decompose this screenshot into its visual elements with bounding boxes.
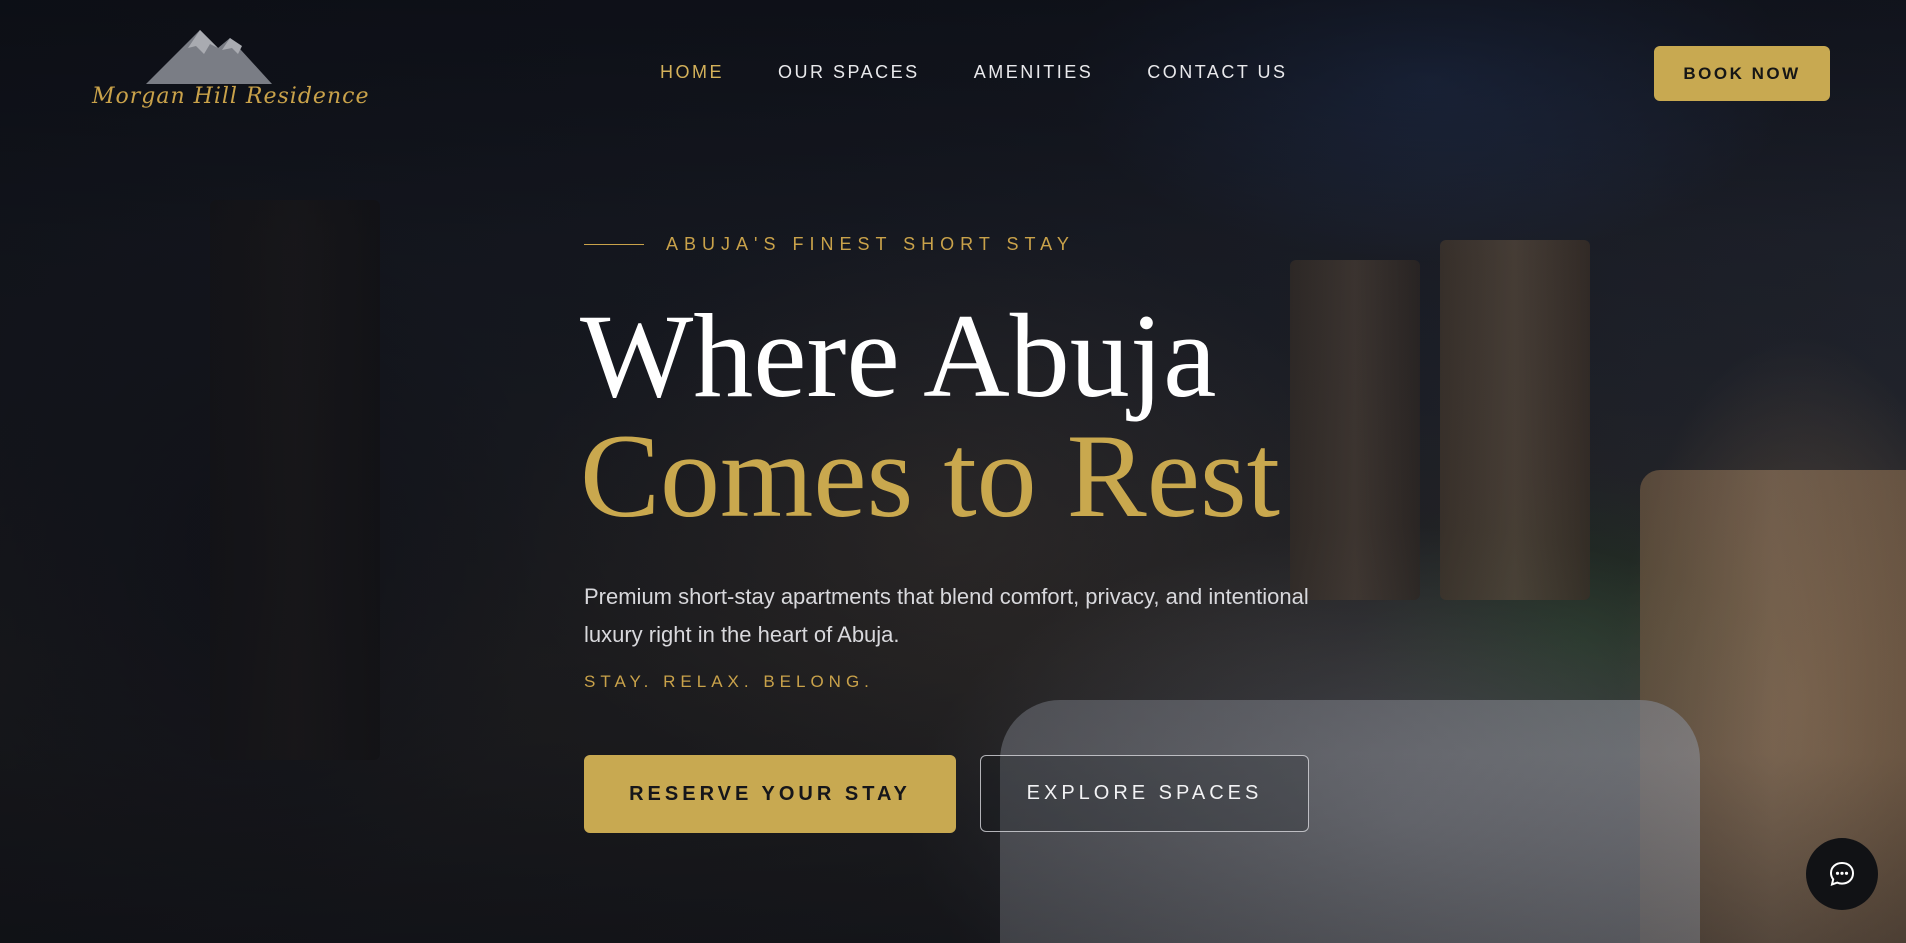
hero-description: Premium short-stay apartments that blend… — [584, 584, 1309, 647]
eyebrow-text: ABUJA'S FINEST SHORT STAY — [666, 234, 1075, 254]
chat-widget-button[interactable] — [1806, 838, 1878, 910]
chat-bubble-icon — [1829, 861, 1855, 887]
nav-item-contact-us[interactable]: CONTACT US — [1147, 62, 1287, 83]
nav-item-our-spaces[interactable]: OUR SPACES — [778, 62, 920, 83]
nav-item-home[interactable]: HOME — [660, 62, 724, 83]
hero-tagline: STAY. RELAX. BELONG. — [584, 672, 874, 691]
hero-title-line1: Where Abuja — [580, 289, 1217, 422]
explore-spaces-button[interactable]: EXPLORE SPACES — [980, 755, 1309, 832]
next-section-peek — [930, 930, 1230, 943]
book-now-button[interactable]: BOOK NOW — [1654, 46, 1830, 101]
nav-item-amenities[interactable]: AMENITIES — [974, 62, 1094, 83]
reserve-your-stay-button[interactable]: RESERVE YOUR STAY — [584, 755, 956, 833]
hero-eyebrow: ABUJA'S FINEST SHORT STAY — [584, 234, 1075, 255]
hero-title-line2: Comes to Rest — [580, 409, 1281, 542]
eyebrow-divider — [584, 244, 644, 245]
hero-section: Morgan Hill Residence HOME OUR SPACES AM… — [0, 0, 1906, 943]
logo-text: Morgan Hill Residence — [92, 84, 370, 109]
brand-logo[interactable]: Morgan Hill Residence — [92, 24, 370, 124]
main-navigation: HOME OUR SPACES AMENITIES CONTACT US — [660, 62, 1288, 83]
